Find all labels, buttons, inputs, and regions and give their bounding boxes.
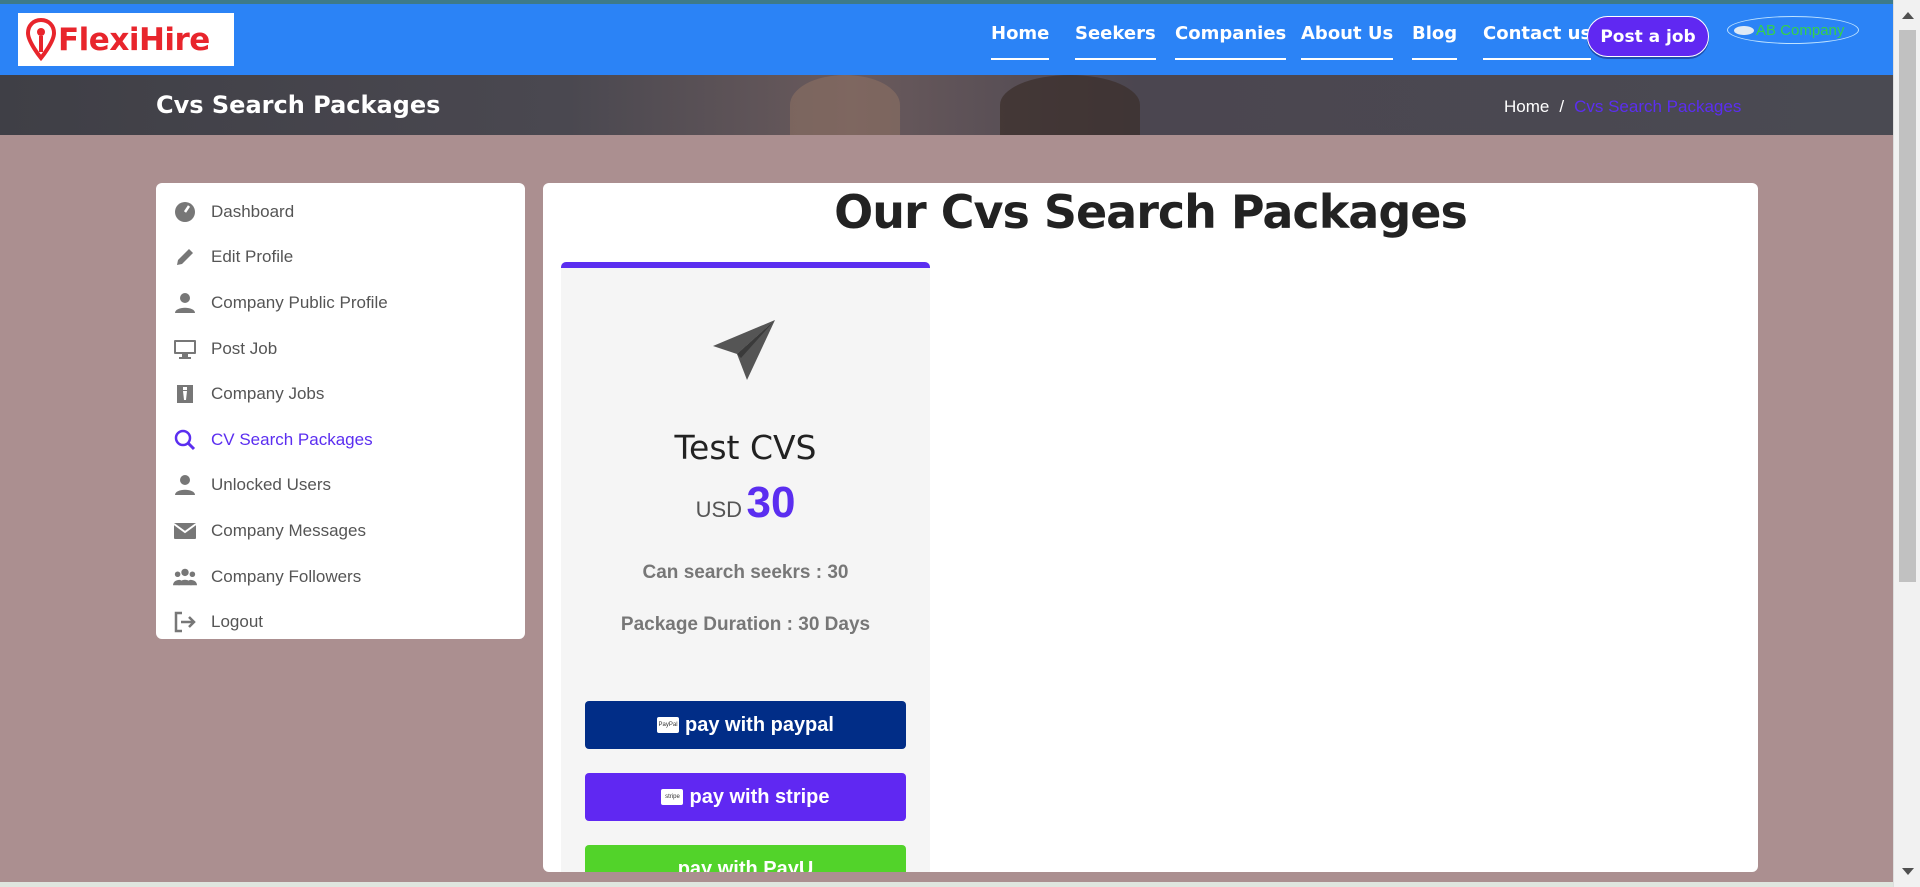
banner-photo-decoration <box>790 75 900 135</box>
logo-text: FlexiHire <box>58 21 210 58</box>
nav-companies[interactable]: Companies <box>1175 23 1287 60</box>
breadcrumb-home[interactable]: Home <box>1504 97 1549 117</box>
sidebar-item-label: Logout <box>211 612 263 632</box>
site-header: FlexiHire Home Seekers Companies About U… <box>0 4 1893 75</box>
page-banner: Cvs Search Packages Home / Cvs Search Pa… <box>0 75 1893 135</box>
packages-panel: Our Cvs Search Packages Test CVS USD 30 … <box>543 183 1758 872</box>
sidebar-item-label: CV Search Packages <box>211 429 373 449</box>
paypal-icon: PayPal <box>657 717 680 733</box>
sidebar-item-cv-search-packages[interactable]: CV Search Packages <box>156 417 525 463</box>
stripe-icon: stripe <box>661 789 684 805</box>
nav-seekers[interactable]: Seekers <box>1075 23 1156 60</box>
desktop-icon <box>173 337 197 361</box>
logout-icon <box>173 610 197 634</box>
nav-about-us[interactable]: About Us <box>1301 23 1394 60</box>
page-scrollbar[interactable] <box>1893 0 1920 887</box>
sidebar-item-label: Company Public Profile <box>211 292 388 312</box>
sidebar-item-company-public-profile[interactable]: Company Public Profile <box>156 280 525 326</box>
user-account-menu[interactable]: AB Company <box>1727 16 1859 44</box>
sidebar-item-edit-profile[interactable]: Edit Profile <box>156 235 525 281</box>
feature-search-limit: Can search seekrs : 30 <box>642 562 849 583</box>
sidebar-item-label: Edit Profile <box>211 247 294 267</box>
window-bottom-strip <box>0 882 1893 887</box>
search-icon <box>173 428 197 452</box>
packages-heading: Our Cvs Search Packages <box>834 185 1468 239</box>
banner-photo-decoration <box>1000 75 1140 135</box>
price-currency: USD <box>695 497 743 522</box>
nav-contact-us[interactable]: Contact us <box>1483 23 1592 60</box>
package-card: Test CVS USD 30 Can search seekrs : 30 P… <box>561 262 930 872</box>
pencil-icon <box>173 245 197 269</box>
sidebar-item-label: Post Job <box>211 338 278 358</box>
pay-with-payu-button[interactable]: pay with PayU <box>585 845 906 872</box>
button-label: pay with PayU <box>677 857 814 873</box>
avatar <box>1734 25 1754 35</box>
nav-blog[interactable]: Blog <box>1412 23 1458 60</box>
user-name: AB Company <box>1756 21 1845 39</box>
breadcrumb-separator: / <box>1559 97 1565 116</box>
pay-with-paypal-button[interactable]: PayPal pay with paypal <box>585 701 906 749</box>
sidebar-item-label: Company Jobs <box>211 384 325 404</box>
scroll-up-arrow-icon[interactable] <box>1902 12 1914 19</box>
location-pin-icon <box>26 17 56 61</box>
page-title: Cvs Search Packages <box>156 91 441 119</box>
paper-plane-icon <box>713 320 775 380</box>
users-icon <box>173 565 197 589</box>
user-icon <box>173 291 197 315</box>
dashboard-sidebar: Dashboard Edit Profile Company Public Pr… <box>156 183 525 639</box>
package-price: USD 30 <box>561 478 930 528</box>
button-label: pay with stripe <box>689 785 830 808</box>
flexihire-logo[interactable]: FlexiHire <box>18 13 234 66</box>
sidebar-item-label: Unlocked Users <box>211 475 331 495</box>
envelope-icon <box>173 519 197 543</box>
package-name: Test CVS <box>674 428 817 467</box>
sidebar-item-post-job[interactable]: Post Job <box>156 326 525 372</box>
scroll-down-arrow-icon[interactable] <box>1902 868 1914 875</box>
sidebar-item-logout[interactable]: Logout <box>156 599 525 645</box>
sidebar-item-dashboard[interactable]: Dashboard <box>156 189 525 235</box>
sidebar-item-label: Dashboard <box>211 201 295 221</box>
button-label: pay with paypal <box>685 713 834 736</box>
sidebar-item-label: Company Messages <box>211 520 366 540</box>
breadcrumb-current: Cvs Search Packages <box>1574 97 1742 116</box>
user-icon <box>173 473 197 497</box>
briefcase-icon <box>173 382 197 406</box>
sidebar-item-company-messages[interactable]: Company Messages <box>156 508 525 554</box>
feature-duration: Package Duration : 30 Days <box>620 614 871 635</box>
sidebar-item-unlocked-users[interactable]: Unlocked Users <box>156 463 525 509</box>
pay-with-stripe-button[interactable]: stripe pay with stripe <box>585 773 906 821</box>
post-job-button[interactable]: Post a job <box>1587 16 1709 57</box>
sidebar-item-label: Company Followers <box>211 566 362 586</box>
price-amount: 30 <box>746 478 796 527</box>
breadcrumb: Home / Cvs Search Packages <box>1504 97 1741 117</box>
nav-home[interactable]: Home <box>991 23 1050 60</box>
sidebar-item-company-jobs[interactable]: Company Jobs <box>156 371 525 417</box>
sidebar-item-company-followers[interactable]: Company Followers <box>156 554 525 600</box>
dashboard-icon <box>173 200 197 224</box>
scrollbar-thumb[interactable] <box>1899 30 1916 582</box>
